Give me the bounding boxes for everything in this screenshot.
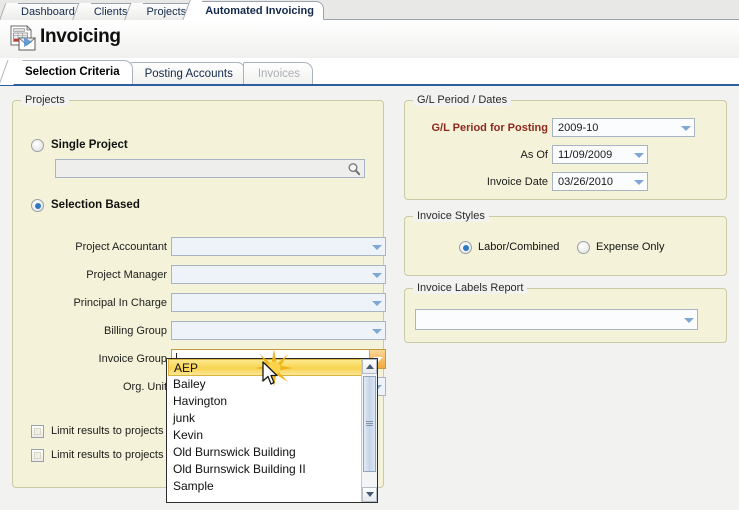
radio-single-project-label: Single Project xyxy=(51,139,128,151)
invoice-group-dropdown-list[interactable]: AEP Bailey Havington junk Kevin Old Burn… xyxy=(166,358,378,503)
application-tab-list: Dashboard Clients Projects Automated Inv… xyxy=(8,0,324,20)
radio-expense-only-label: Expense Only xyxy=(596,241,665,253)
dropdown-item[interactable]: junk xyxy=(167,410,377,427)
checkbox-limit-results-2-label: Limit results to projects re xyxy=(51,449,177,461)
magnifier-icon[interactable] xyxy=(347,162,361,176)
dropdown-item[interactable]: Havington xyxy=(167,393,377,410)
combo-principal-in-charge[interactable] xyxy=(171,293,386,312)
dropdown-item[interactable]: Old Burnswick Building II xyxy=(167,461,377,478)
sub-tab-invoices: Invoices xyxy=(242,62,314,84)
label-project-manager: Project Manager xyxy=(86,269,167,281)
combo-invoice-date[interactable]: 03/26/2010 xyxy=(552,172,648,191)
combo-project-manager[interactable] xyxy=(171,265,386,284)
sub-tab-label: Selection Criteria xyxy=(25,66,120,78)
invoice-styles-legend: Invoice Styles xyxy=(413,210,489,222)
app-tab-label: Automated Invoicing xyxy=(205,5,314,17)
combo-gl-period-for-posting[interactable]: 2009-10 xyxy=(552,118,695,137)
chevron-down-icon[interactable] xyxy=(369,294,385,311)
dropdown-item[interactable]: Sample xyxy=(167,478,377,495)
combo-gl-period-value: 2009-10 xyxy=(558,121,599,134)
label-principal-in-charge: Principal In Charge xyxy=(73,297,167,309)
app-tab-automated-invoicing[interactable]: Automated Invoicing xyxy=(192,1,324,20)
chevron-down-icon[interactable] xyxy=(678,119,694,136)
sub-tab-posting-accounts[interactable]: Posting Accounts xyxy=(129,62,246,84)
page-title: Invoicing xyxy=(40,26,121,47)
app-tab-label: Projects xyxy=(146,6,187,18)
label-as-of: As Of xyxy=(520,149,548,161)
dropdown-item[interactable]: AEP xyxy=(168,359,376,376)
label-billing-group: Billing Group xyxy=(104,325,167,337)
label-invoice-group: Invoice Group xyxy=(98,353,167,365)
invoice-labels-report-legend: Invoice Labels Report xyxy=(413,282,528,294)
radio-expense-only[interactable] xyxy=(577,241,590,254)
combo-billing-group[interactable] xyxy=(171,321,386,340)
checkbox-limit-results-1-label: Limit results to projects re xyxy=(51,425,177,437)
combo-as-of-date-value: 11/09/2009 xyxy=(558,148,613,161)
label-project-accountant: Project Accountant xyxy=(75,241,167,253)
single-project-search-input[interactable] xyxy=(55,159,365,178)
dropdown-item[interactable]: Kevin xyxy=(167,427,377,444)
sub-tab-selection-criteria[interactable]: Selection Criteria xyxy=(10,60,133,84)
combo-as-of-date[interactable]: 11/09/2009 xyxy=(552,145,648,164)
combo-project-accountant[interactable] xyxy=(171,237,386,256)
radio-labor-combined[interactable] xyxy=(459,241,472,254)
application-tab-bar: Dashboard Clients Projects Automated Inv… xyxy=(0,0,739,20)
chevron-down-icon[interactable] xyxy=(369,322,385,339)
combo-invoice-date-value: 03/26/2010 xyxy=(558,175,614,188)
sub-tab-underline xyxy=(0,84,739,86)
scrollbar-thumb[interactable] xyxy=(363,376,376,472)
invoice-document-icon xyxy=(8,24,38,54)
sub-tab-bar: Selection Criteria Posting Accounts Invo… xyxy=(0,58,739,86)
combo-invoice-labels-report[interactable] xyxy=(415,309,698,330)
radio-labor-combined-label: Labor/Combined xyxy=(478,241,560,253)
chevron-down-icon[interactable] xyxy=(631,173,647,190)
sub-tab-label: Posting Accounts xyxy=(144,68,233,80)
app-tab-label: Dashboard xyxy=(21,6,75,18)
checkbox-limit-results-2[interactable] xyxy=(31,449,44,462)
dropdown-item[interactable]: Old Burnswick Building xyxy=(167,444,377,461)
chevron-down-icon[interactable] xyxy=(369,266,385,283)
label-org-unit: Org. Unit xyxy=(122,381,167,393)
sub-tab-list: Selection Criteria Posting Accounts Invo… xyxy=(10,60,314,84)
chevron-down-icon[interactable] xyxy=(369,238,385,255)
invoice-styles-group: Invoice Styles Labor/Combined Expense On… xyxy=(404,210,727,276)
invoice-labels-report-group: Invoice Labels Report xyxy=(404,282,727,343)
radio-single-project[interactable] xyxy=(31,139,44,152)
label-invoice-date: Invoice Date xyxy=(486,176,548,188)
chevron-down-icon[interactable] xyxy=(631,146,647,163)
checkbox-limit-results-1[interactable] xyxy=(31,425,44,438)
scroll-up-arrow-icon[interactable] xyxy=(362,359,377,374)
label-gl-period-for-posting: G/L Period for Posting xyxy=(431,122,548,134)
scroll-down-arrow-icon[interactable] xyxy=(362,487,377,502)
dropdown-item[interactable]: Bailey xyxy=(167,376,377,393)
dropdown-scrollbar[interactable] xyxy=(361,359,377,502)
chevron-down-icon[interactable] xyxy=(681,310,697,329)
gl-group-legend: G/L Period / Dates xyxy=(413,94,512,106)
radio-selection-based[interactable] xyxy=(31,199,44,212)
sub-tab-label: Invoices xyxy=(257,68,301,80)
radio-selection-based-label: Selection Based xyxy=(51,199,140,211)
app-tab-label: Clients xyxy=(93,6,128,18)
page-title-band: Invoicing xyxy=(0,20,739,58)
gl-period-dates-group: G/L Period / Dates G/L Period for Postin… xyxy=(404,94,727,200)
projects-group-legend: Projects xyxy=(21,94,69,106)
